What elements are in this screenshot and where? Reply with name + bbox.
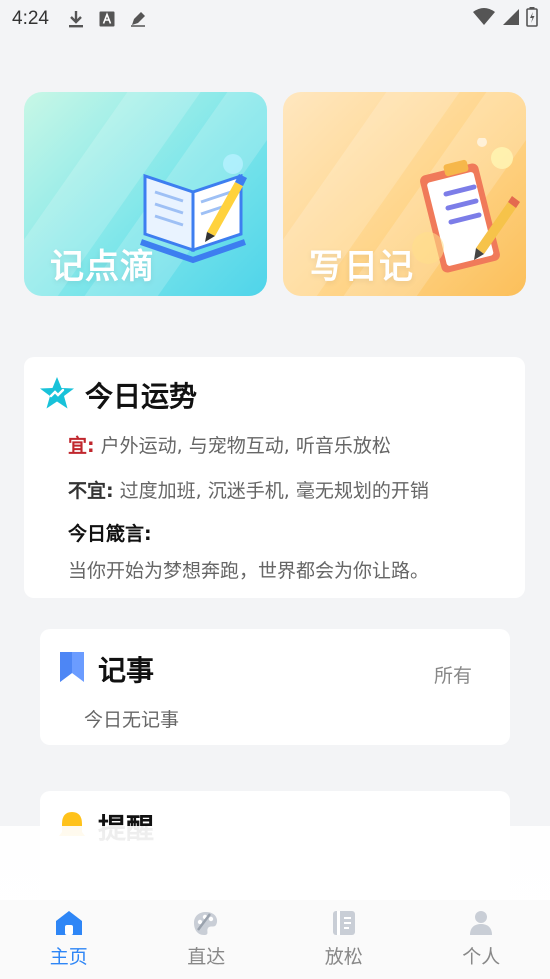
fortune-card: 今日运势 宜: 户外运动, 与宠物互动, 听音乐放松 不宜: 过度加班, 沉迷手… — [24, 357, 525, 598]
notes-empty-text: 今日无记事 — [84, 709, 180, 731]
notes-header: 记事 — [58, 649, 154, 689]
good-label: 宜: — [68, 435, 95, 457]
diary-card[interactable]: 写日记 — [283, 92, 526, 296]
a-badge-icon — [99, 11, 115, 27]
bookmark-icon — [58, 650, 86, 688]
nav-direct-label: 直达 — [187, 946, 226, 968]
nav-relax[interactable]: 放松 — [275, 900, 413, 979]
notes-all-link[interactable]: 所有 — [434, 661, 472, 688]
star-icon — [39, 376, 75, 414]
bad-label: 不宜: — [68, 480, 114, 502]
nav-home[interactable]: 主页 — [0, 900, 138, 979]
home-icon — [55, 910, 83, 940]
status-bar: 4:24 — [0, 0, 550, 38]
nav-direct[interactable]: 直达 — [138, 900, 276, 979]
nav-relax-label: 放松 — [324, 946, 363, 968]
palette-icon — [192, 910, 220, 940]
scroll-fade-overlay — [0, 826, 550, 906]
wifi-icon — [472, 8, 496, 30]
motto-label: 今日箴言: — [68, 523, 152, 545]
fortune-bad-row: 不宜: 过度加班, 沉迷手机, 毫无规划的开销 — [68, 476, 429, 503]
nav-profile-label: 个人 — [462, 946, 501, 968]
diary-card-label: 写日记 — [309, 247, 414, 287]
notes-card: 记事 所有 今日无记事 — [40, 629, 510, 745]
person-icon — [468, 910, 494, 940]
fortune-good-row: 宜: 户外运动, 与宠物互动, 听音乐放松 — [68, 431, 391, 458]
nav-home-label: 主页 — [49, 946, 88, 968]
nav-profile[interactable]: 个人 — [413, 900, 550, 979]
edit-pencil-icon — [129, 10, 147, 28]
status-right — [472, 7, 538, 31]
fortune-header: 今日运势 — [39, 375, 197, 415]
note-card[interactable]: 记点滴 — [24, 92, 267, 296]
download-icon — [67, 9, 85, 29]
good-text: 户外运动, 与宠物互动, 听音乐放松 — [100, 435, 391, 457]
fortune-title: 今日运势 — [85, 380, 198, 413]
notes-title: 记事 — [98, 654, 155, 687]
motto-text: 当你开始为梦想奔跑，世界都会为你让路。 — [68, 560, 430, 582]
cellular-icon — [502, 8, 520, 30]
notebook-icon — [331, 910, 357, 940]
bad-text: 过度加班, 沉迷手机, 毫无规划的开销 — [119, 480, 429, 502]
status-left-icons — [67, 9, 147, 29]
bottom-nav: 主页 直达 放松 个人 — [0, 900, 550, 979]
battery-icon — [526, 7, 538, 31]
status-time: 4:24 — [12, 8, 49, 29]
note-card-label: 记点滴 — [50, 247, 155, 287]
